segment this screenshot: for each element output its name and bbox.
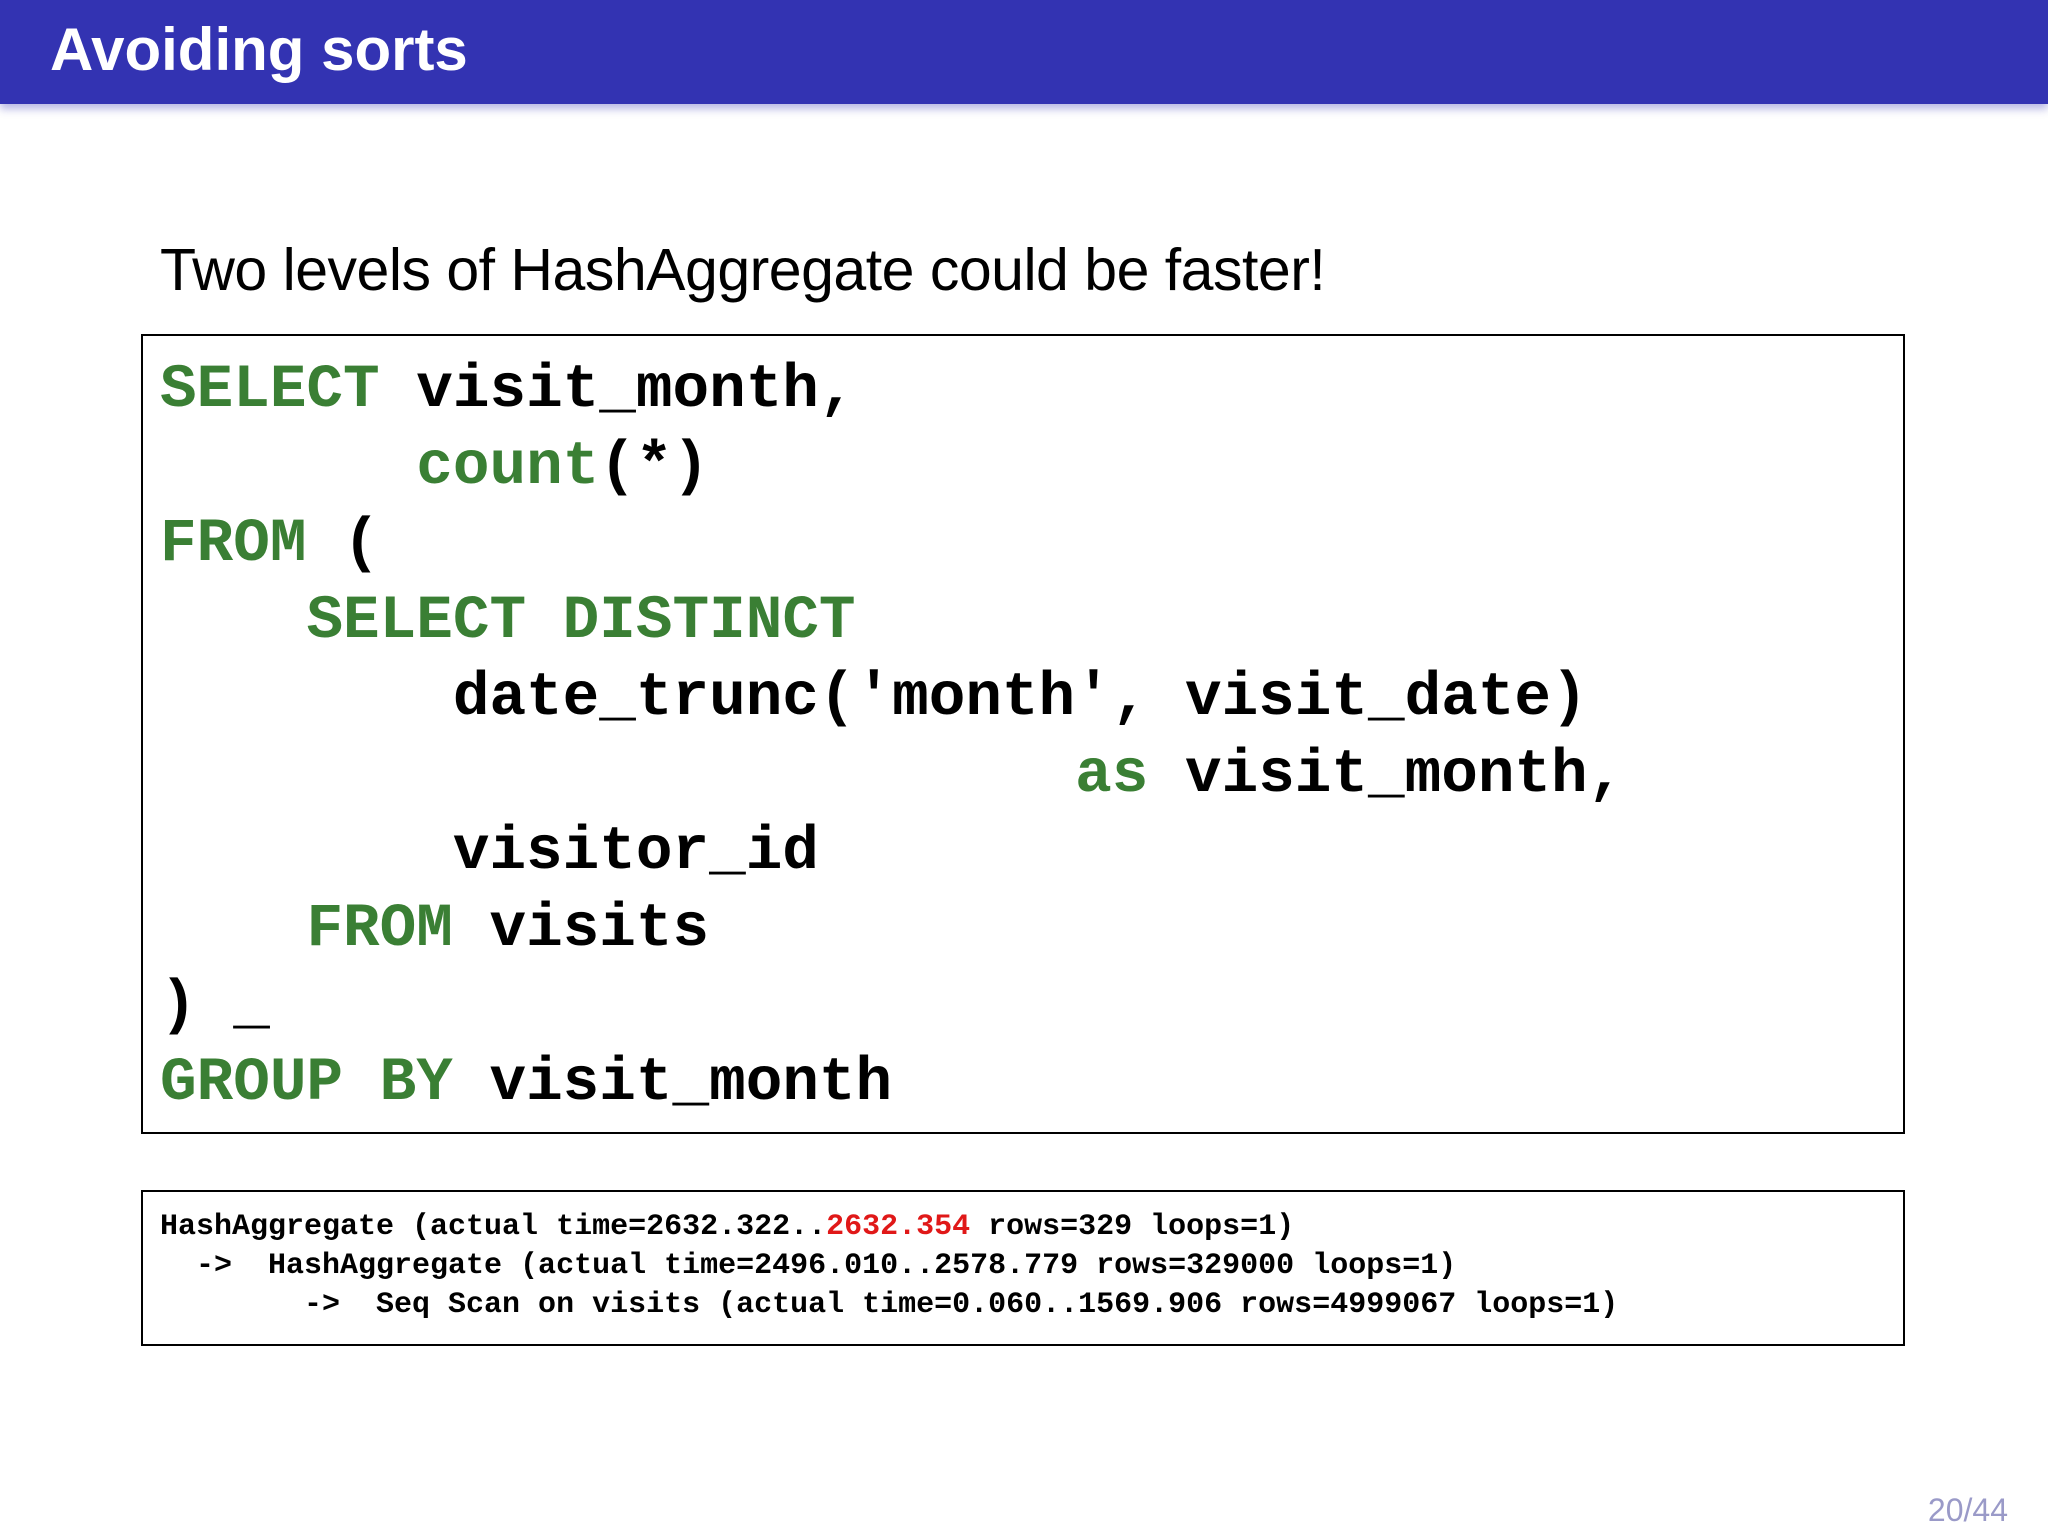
- sql-keyword: FROM: [160, 510, 307, 579]
- plan-text: HashAggregate (actual time=2632.322..: [160, 1210, 827, 1244]
- code-line-1: SELECT visit_month,: [160, 356, 856, 426]
- code-line-5: date_trunc('month', visit_date): [160, 664, 1588, 733]
- code-line-7: visitor_id: [160, 818, 819, 887]
- code-text: visit_month,: [1148, 741, 1625, 810]
- code-text: visits: [452, 895, 710, 964]
- sql-keyword: count: [416, 433, 600, 502]
- query-plan-block: HashAggregate (actual time=2632.322..263…: [141, 1190, 1905, 1346]
- code-line-10: GROUP BY visit_month: [160, 1049, 892, 1119]
- code-text: visit_month: [452, 1049, 893, 1118]
- sql-code-block: SELECT visit_month, count(*) FROM ( SELE…: [141, 334, 1905, 1134]
- slide-header: Avoiding sorts: [0, 0, 2048, 104]
- slide-title: Avoiding sorts: [50, 16, 468, 83]
- plan-line-1: HashAggregate (actual time=2632.322..263…: [160, 1209, 1294, 1245]
- code-line-8: FROM visits: [160, 895, 709, 965]
- code-text: (*): [599, 433, 710, 502]
- plan-highlight-time: 2632.354: [826, 1210, 971, 1244]
- plan-line-3: -> Seq Scan on visits (actual time=0.060…: [160, 1288, 1619, 1322]
- plan-line-2: -> HashAggregate (actual time=2496.010..…: [160, 1249, 1457, 1283]
- code-line-3: FROM (: [160, 510, 380, 580]
- sql-keyword: as: [1075, 741, 1149, 810]
- code-line-4: SELECT DISTINCT: [160, 587, 856, 657]
- sql-keyword: FROM: [306, 895, 453, 964]
- sql-keyword: SELECT DISTINCT: [306, 587, 856, 656]
- sql-keyword: SELECT: [160, 356, 380, 425]
- slide-subtitle: Two levels of HashAggregate could be fas…: [160, 237, 1326, 303]
- code-text: visit_month,: [379, 356, 856, 425]
- code-line-6: as visit_month,: [160, 741, 1624, 811]
- plan-text: rows=329 loops=1): [970, 1210, 1295, 1244]
- sql-keyword: GROUP BY: [160, 1049, 453, 1118]
- code-line-9: ) _: [160, 972, 270, 1041]
- page-number: 20/44: [1927, 1492, 2008, 1528]
- code-line-2: count(*): [160, 433, 709, 503]
- code-text: (: [306, 510, 380, 579]
